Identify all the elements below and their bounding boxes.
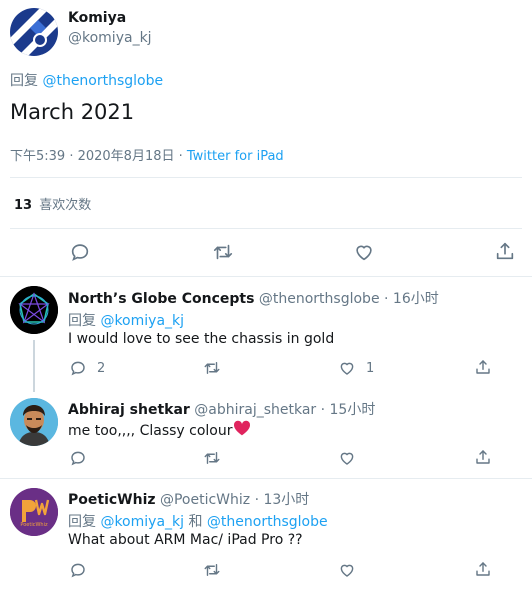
heart-icon [340, 564, 354, 577]
reply-author-name[interactable]: North’s Globe Concepts [68, 291, 254, 307]
reply-author-name[interactable]: Abhiraj shetkar [68, 402, 190, 418]
reply-prefix: 回复 [68, 514, 96, 530]
like-button[interactable] [353, 241, 375, 267]
avatar[interactable]: PoeticWhiz [10, 488, 58, 536]
retweet-icon [204, 362, 220, 374]
reply-to-link[interactable]: @thenorthsglobe [42, 73, 163, 89]
reply-button[interactable] [69, 449, 87, 471]
share-icon [496, 242, 514, 260]
reply-to-link-2[interactable]: @thenorthsglobe [207, 514, 328, 530]
likes-label: 喜欢次数 [39, 198, 92, 213]
retweet-button[interactable] [203, 449, 221, 471]
tweet-timestamp[interactable]: 下午5:39 · 2020年8月18日 · [10, 149, 187, 164]
retweet-icon [213, 244, 233, 260]
like-button[interactable]: 1 [338, 359, 374, 377]
reply-context: 回复 @komiya_kj 和 @thenorthsglobe [68, 511, 328, 531]
divider [0, 276, 532, 277]
reply-to-link[interactable]: @komiya_kj [100, 313, 184, 329]
avatar-caption: PoeticWhiz [20, 522, 48, 528]
retweet-button[interactable] [203, 359, 221, 381]
share-icon [476, 450, 490, 464]
reply-header: PoeticWhiz @PoeticWhiz · 13小时 [68, 489, 309, 509]
heart-icon [340, 452, 354, 465]
reply-text: me too,,,, Classy colour ❤️ [68, 420, 251, 439]
heart-emoji-icon [233, 420, 250, 436]
reply-count: 2 [97, 360, 106, 376]
reply-icon [71, 451, 85, 466]
reply-text: What about ARM Mac/ iPad Pro ?? [68, 532, 303, 548]
share-icon [476, 360, 490, 374]
avatar[interactable] [10, 286, 58, 334]
like-button[interactable] [338, 561, 356, 583]
author-name[interactable]: Komiya [68, 10, 126, 26]
poeticwhiz-logo-icon [10, 488, 58, 536]
divider [0, 478, 532, 479]
reply-context: 回复 @thenorthsglobe [10, 70, 163, 90]
share-button[interactable] [494, 240, 516, 266]
share-button[interactable] [474, 358, 492, 380]
reply-to-link[interactable]: @komiya_kj [100, 514, 184, 530]
retweet-icon [204, 452, 220, 464]
globe-logo-icon [10, 286, 58, 334]
heart-icon [356, 245, 372, 261]
retweet-button[interactable] [212, 241, 234, 267]
person-avatar-icon [10, 398, 58, 446]
reply-text: I would love to see the chassis in gold [68, 331, 335, 347]
share-button[interactable] [474, 448, 492, 470]
reply-button[interactable] [69, 241, 91, 267]
avatar[interactable] [10, 398, 58, 446]
tweet-source-link[interactable]: Twitter for iPad [187, 149, 284, 164]
reply-context: 回复 @komiya_kj [68, 310, 184, 330]
like-count: 1 [366, 360, 375, 376]
komiya-logo-icon [10, 8, 58, 56]
reply-author-handle[interactable]: @abhiraj_shetkar · 15小时 [194, 402, 375, 418]
likes-stat[interactable]: 13 喜欢次数 [14, 194, 91, 213]
reply-icon [71, 244, 89, 261]
heart-icon [340, 362, 354, 375]
divider [10, 177, 522, 178]
reply-text-content: me too,,,, Classy colour [68, 423, 233, 439]
red-heart-emoji: ❤️ [233, 420, 251, 436]
tweet-meta: 下午5:39 · 2020年8月18日 · Twitter for iPad [10, 145, 284, 164]
divider [10, 228, 522, 229]
author-handle[interactable]: @komiya_kj [68, 30, 152, 46]
like-button[interactable] [338, 449, 356, 471]
thread-line [33, 340, 35, 392]
author-avatar[interactable] [10, 8, 58, 56]
reply-prefix: 回复 [68, 313, 96, 329]
retweet-icon [204, 564, 220, 576]
reply-button[interactable]: 2 [69, 359, 105, 377]
reply-prefix: 回复 [10, 73, 38, 89]
likes-count: 13 [14, 198, 33, 213]
share-icon [476, 562, 490, 576]
reply-author-handle[interactable]: @thenorthsglobe · 16小时 [259, 291, 439, 307]
reply-icon [71, 361, 85, 376]
reply-author-name[interactable]: PoeticWhiz [68, 492, 156, 508]
share-button[interactable] [474, 560, 492, 582]
reply-header: North’s Globe Concepts @thenorthsglobe ·… [68, 288, 439, 308]
reply-author-handle[interactable]: @PoeticWhiz · 13小时 [160, 492, 309, 508]
tweet-text: March 2021 [10, 100, 135, 124]
retweet-button[interactable] [203, 561, 221, 583]
reply-header: Abhiraj shetkar @abhiraj_shetkar · 15小时 [68, 399, 375, 419]
reply-and: 和 [188, 514, 203, 530]
reply-icon [71, 563, 85, 578]
reply-button[interactable] [69, 561, 87, 583]
